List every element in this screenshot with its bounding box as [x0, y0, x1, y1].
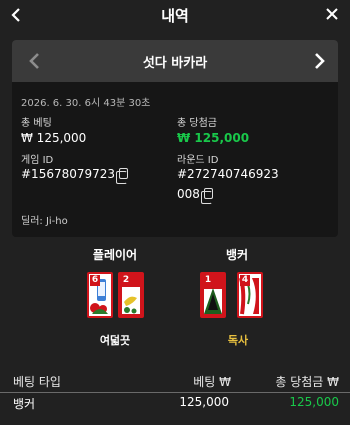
- next-icon[interactable]: [308, 49, 330, 73]
- game-id-value: #15678079723: [21, 167, 116, 181]
- banker-label: 뱅커: [225, 248, 249, 262]
- game-selector: 섯다 바카라: [12, 40, 338, 82]
- total-bet-label: 총 베팅: [21, 118, 52, 129]
- previous-icon[interactable]: [24, 49, 46, 73]
- player-card-1: 6: [87, 272, 113, 318]
- card-number: 1: [203, 275, 213, 286]
- table-row: 뱅커 125,000 125,000: [0, 395, 350, 415]
- round-id-line1: #272740746923: [177, 167, 279, 181]
- total-bet-value: ₩ 125,000: [21, 131, 87, 145]
- copy-icon[interactable]: [116, 168, 129, 184]
- banker-card-1: 1: [200, 272, 226, 318]
- game-name: 섯다 바카라: [142, 55, 208, 71]
- round-id-label: 라운드 ID: [177, 155, 219, 166]
- bet-table-header: 베팅 타입 베팅 ₩ 총 당첨금 ₩: [0, 373, 350, 393]
- player-label: 플레이어: [92, 248, 138, 262]
- round-datetime: 2026. 6. 30. 6시 43분 30초: [21, 98, 151, 109]
- total-win-value: ₩ 125,000: [177, 131, 250, 145]
- dealer-name: 딜러: Ji-ho: [21, 216, 68, 227]
- game-id-label: 게임 ID: [21, 155, 54, 166]
- card-number: 2: [121, 275, 131, 286]
- close-icon[interactable]: [322, 4, 342, 26]
- row-bet-amount: 125,000: [179, 395, 229, 409]
- table-divider: [0, 392, 350, 393]
- card-number: 6: [90, 275, 100, 286]
- row-win-amount: 125,000: [289, 395, 339, 409]
- row-bet-type: 뱅커: [13, 397, 36, 411]
- column-bet: 베팅 ₩: [193, 375, 231, 389]
- header: 내역: [0, 0, 350, 30]
- page-title: 내역: [161, 6, 189, 25]
- column-bet-type: 베팅 타입: [13, 375, 61, 389]
- round-detail-panel: 섯다 바카라 2026. 6. 30. 6시 43분 30초 총 베팅 ₩ 12…: [12, 40, 338, 237]
- back-icon[interactable]: [6, 4, 28, 26]
- player-card-2: 2: [118, 272, 144, 318]
- game-id-row: #15678079723: [21, 167, 129, 184]
- copy-icon[interactable]: [200, 188, 213, 204]
- round-id-row: 008: [177, 187, 213, 204]
- banker-result: 독사: [227, 334, 249, 347]
- card-number: 4: [240, 275, 250, 286]
- column-total-win: 총 당첨금 ₩: [275, 375, 339, 389]
- round-id-line2: 008: [177, 187, 200, 201]
- banker-card-2: 4: [237, 272, 263, 318]
- player-result: 여덟끗: [99, 334, 131, 347]
- total-win-label: 총 당첨금: [177, 118, 217, 129]
